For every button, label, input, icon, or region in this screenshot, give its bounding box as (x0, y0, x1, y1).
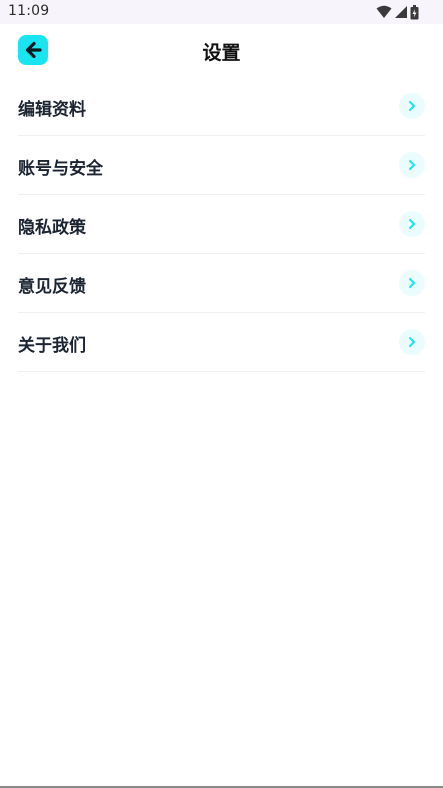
menu-item-label: 关于我们 (18, 336, 86, 356)
chevron-right-icon (399, 211, 425, 237)
settings-menu: 编辑资料 账号与安全 隐私政策 意见反馈 关于我们 (18, 77, 425, 372)
menu-item-account-security[interactable]: 账号与安全 (18, 136, 425, 195)
menu-item-label: 账号与安全 (18, 159, 103, 179)
chevron-right-icon (399, 93, 425, 119)
menu-item-edit-profile[interactable]: 编辑资料 (18, 77, 425, 136)
nav-bar: 设置 (0, 24, 443, 78)
status-time: 11:09 (8, 3, 50, 19)
status-icons (376, 4, 419, 20)
wifi-icon (376, 5, 392, 18)
signal-icon (395, 6, 407, 18)
status-bar: 11:09 (0, 0, 443, 24)
menu-item-feedback[interactable]: 意见反馈 (18, 254, 425, 313)
chevron-right-icon (399, 152, 425, 178)
menu-item-label: 编辑资料 (18, 100, 86, 120)
menu-item-label: 意见反馈 (18, 277, 86, 297)
menu-item-label: 隐私政策 (18, 218, 86, 238)
chevron-right-icon (399, 329, 425, 355)
battery-icon (410, 4, 419, 19)
chevron-right-icon (399, 270, 425, 296)
page-title: 设置 (202, 42, 241, 64)
menu-item-privacy-policy[interactable]: 隐私政策 (18, 195, 425, 254)
menu-item-about-us[interactable]: 关于我们 (18, 313, 425, 372)
